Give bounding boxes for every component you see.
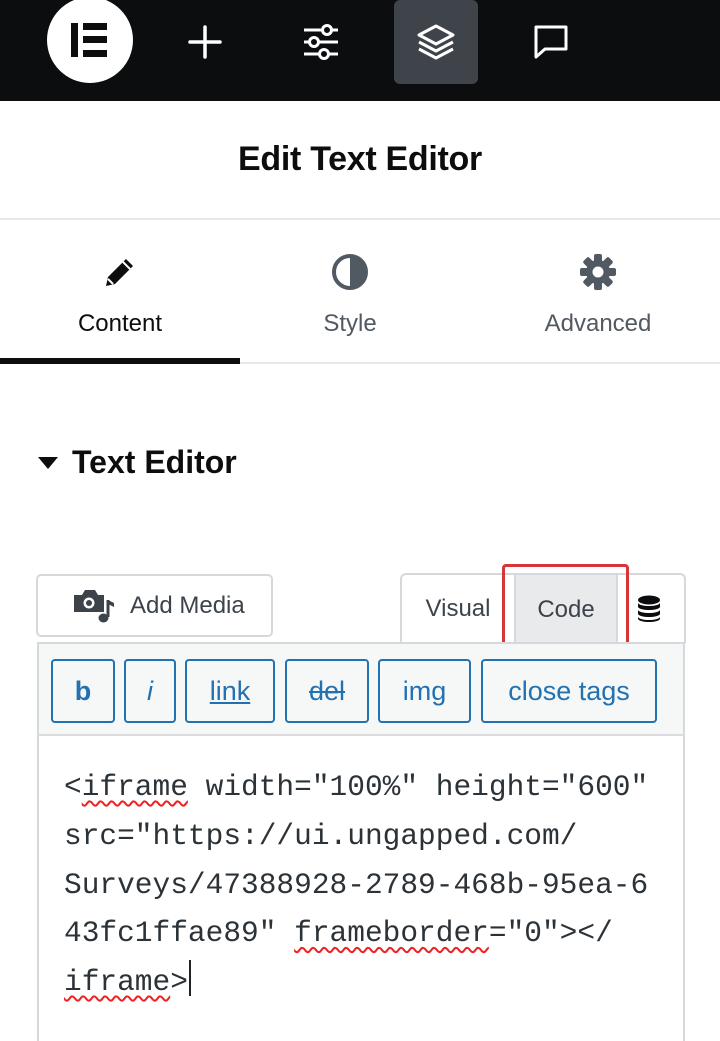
bold-button[interactable]: b <box>51 659 115 723</box>
panel-header: Edit Text Editor <box>0 101 720 220</box>
half-circle-icon <box>332 254 368 290</box>
tab-advanced-label: Advanced <box>544 310 652 337</box>
panel-tabs: Content Style Advanced <box>0 220 720 364</box>
text-cursor <box>188 960 191 997</box>
top-bar <box>0 0 720 101</box>
tab-style-label: Style <box>323 310 377 337</box>
code-line: Surveys/47388928-2789-468b-95ea-6 <box>64 867 649 902</box>
notes-button[interactable] <box>509 0 593 84</box>
layers-icon <box>417 24 455 60</box>
close-tags-button[interactable]: close tags <box>481 659 657 723</box>
tab-style[interactable]: Style <box>240 220 460 362</box>
add-element-button[interactable] <box>163 0 247 84</box>
tab-content-label: Content <box>77 310 163 337</box>
visual-tab[interactable]: Visual <box>402 575 514 643</box>
code-content[interactable]: <iframe width="100%" height="600" src="h… <box>64 763 676 1007</box>
section-title: Text Editor <box>72 444 237 480</box>
add-media-label: Add Media <box>130 591 245 619</box>
code-line: src="https://ui.ungapped.com/ <box>64 818 578 853</box>
del-button[interactable]: del <box>285 659 369 723</box>
misspelled-word: iframe <box>64 965 171 1000</box>
caret-down-icon <box>38 456 58 469</box>
section-toggle-text-editor[interactable]: Text Editor <box>38 444 237 481</box>
img-button[interactable]: img <box>378 659 471 723</box>
site-settings-button[interactable] <box>279 0 363 84</box>
database-icon[interactable] <box>636 595 662 623</box>
code-line: <iframe width="100%" height="600" <box>64 770 649 804</box>
code-line: iframe> <box>64 960 191 1000</box>
structure-button[interactable] <box>394 0 478 84</box>
link-button[interactable]: link <box>185 659 275 723</box>
quicktags-toolbar: b i link del img close tags <box>37 642 685 736</box>
plus-icon <box>188 25 222 59</box>
elementor-logo-icon[interactable] <box>47 0 133 83</box>
media-icon <box>74 589 114 622</box>
tab-advanced[interactable]: Advanced <box>478 220 718 362</box>
gear-icon <box>580 254 616 290</box>
italic-button[interactable]: i <box>124 659 176 723</box>
code-tab-highlight <box>502 564 629 650</box>
tab-content[interactable]: Content <box>0 220 240 364</box>
misspelled-word: frameborder <box>294 916 489 951</box>
sliders-icon <box>304 24 338 60</box>
code-line: 43fc1ffae89" frameborder="0"></ <box>64 916 613 951</box>
pencil-icon <box>106 259 133 286</box>
misspelled-word: iframe <box>81 770 188 804</box>
add-media-button[interactable]: Add Media <box>36 574 273 637</box>
comment-icon <box>534 25 568 59</box>
page-title: Edit Text Editor <box>238 140 482 178</box>
